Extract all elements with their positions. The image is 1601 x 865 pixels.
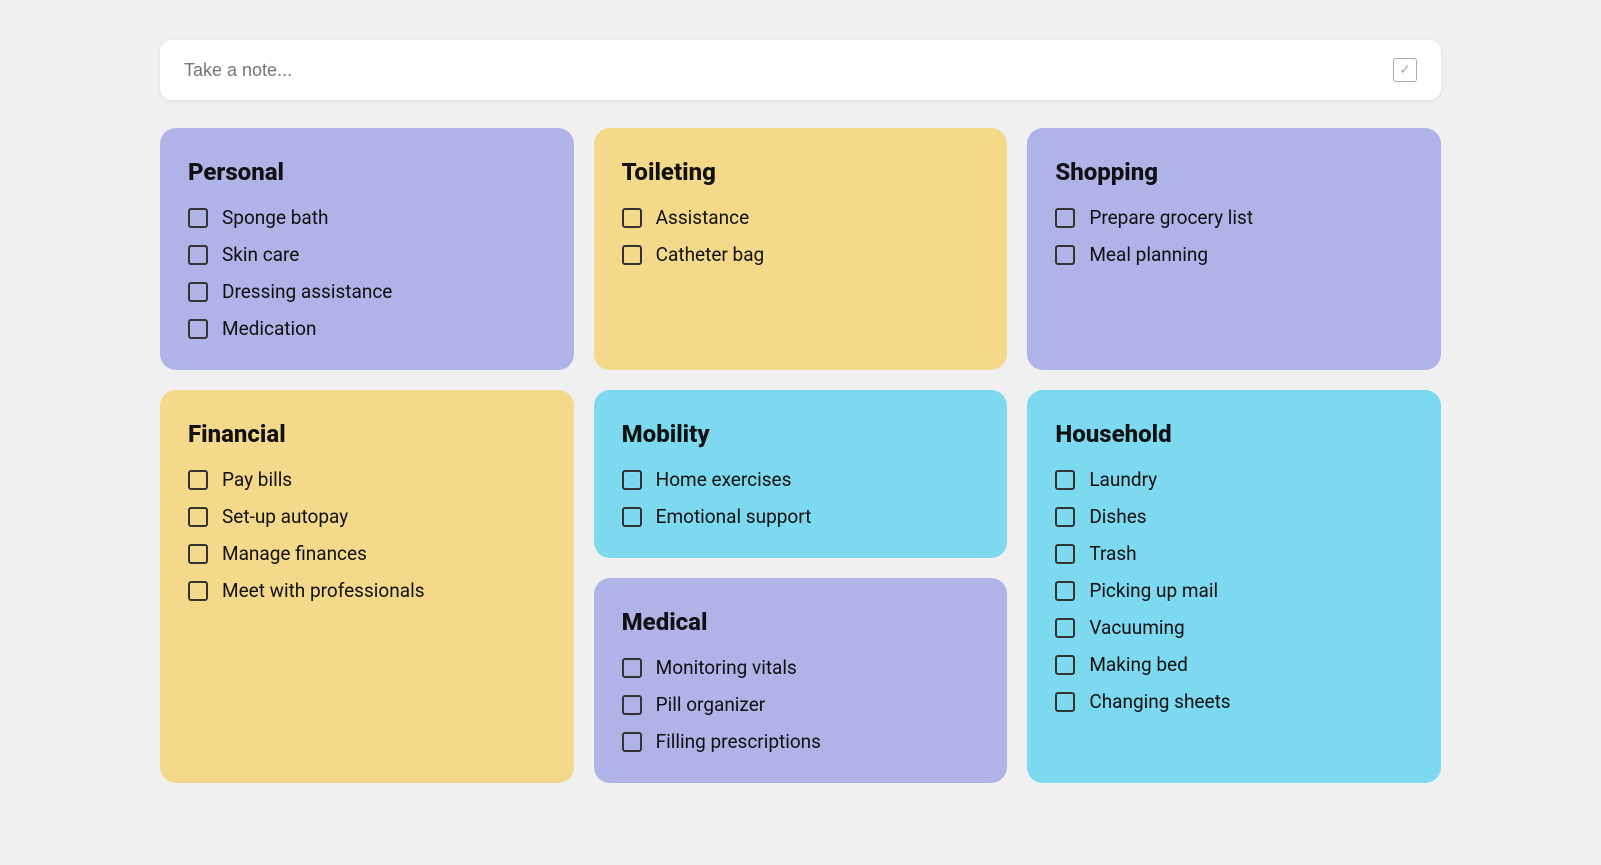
checklist-item-label: Medication bbox=[222, 317, 316, 340]
checklist-item-label: Emotional support bbox=[656, 505, 812, 528]
checkbox[interactable] bbox=[188, 208, 208, 228]
list-item[interactable]: Changing sheets bbox=[1055, 690, 1413, 713]
checklist-item-label: Meet with professionals bbox=[222, 579, 425, 602]
checklist-item-label: Skin care bbox=[222, 243, 299, 266]
list-item[interactable]: Vacuuming bbox=[1055, 616, 1413, 639]
checklist-personal: Sponge bath Skin care Dressing assistance M… bbox=[188, 206, 546, 340]
checklist-item-label: Pill organizer bbox=[656, 693, 766, 716]
list-item[interactable]: Medication bbox=[188, 317, 546, 340]
card-shopping: Shopping Prepare grocery list Meal plannin… bbox=[1027, 128, 1441, 370]
checklist-item-label: Dishes bbox=[1089, 505, 1146, 528]
checklist-item-label: Filling prescriptions bbox=[656, 730, 821, 753]
card-toileting: Toileting Assistance Catheter bag bbox=[594, 128, 1008, 370]
checkbox[interactable] bbox=[622, 507, 642, 527]
list-item[interactable]: Pay bills bbox=[188, 468, 546, 491]
checklist-item-label: Manage finances bbox=[222, 542, 367, 565]
checkbox[interactable] bbox=[1055, 544, 1075, 564]
checkbox[interactable] bbox=[1055, 208, 1075, 228]
list-item[interactable]: Sponge bath bbox=[188, 206, 546, 229]
list-item[interactable]: Skin care bbox=[188, 243, 546, 266]
checklist-mobility: Home exercises Emotional support bbox=[622, 468, 980, 528]
checklist-item-label: Prepare grocery list bbox=[1089, 206, 1253, 229]
cards-grid: Personal Sponge bath Skin care Dressing ass… bbox=[160, 128, 1441, 783]
checklist-item-label: Laundry bbox=[1089, 468, 1157, 491]
card-title-shopping: Shopping bbox=[1055, 158, 1413, 186]
checkbox[interactable] bbox=[1055, 581, 1075, 601]
checklist-item-label: Picking up mail bbox=[1089, 579, 1218, 602]
checklist-financial: Pay bills Set-up autopay Manage finances Me… bbox=[188, 468, 546, 602]
checkbox[interactable] bbox=[188, 507, 208, 527]
checklist-item-label: Sponge bath bbox=[222, 206, 328, 229]
list-item[interactable]: Monitoring vitals bbox=[622, 656, 980, 679]
card-title-household: Household bbox=[1055, 420, 1413, 448]
checkbox[interactable] bbox=[1055, 507, 1075, 527]
list-item[interactable]: Dishes bbox=[1055, 505, 1413, 528]
checkbox[interactable] bbox=[622, 208, 642, 228]
card-title-mobility: Mobility bbox=[622, 420, 980, 448]
list-item[interactable]: Meet with professionals bbox=[188, 579, 546, 602]
list-item[interactable]: Making bed bbox=[1055, 653, 1413, 676]
checkbox[interactable] bbox=[188, 470, 208, 490]
checkbox[interactable] bbox=[188, 581, 208, 601]
checkbox[interactable] bbox=[622, 245, 642, 265]
list-item[interactable]: Laundry bbox=[1055, 468, 1413, 491]
checklist-household: Laundry Dishes Trash Picking up mail Vacuumi… bbox=[1055, 468, 1413, 713]
card-title-financial: Financial bbox=[188, 420, 546, 448]
checklist-item-label: Catheter bag bbox=[656, 243, 765, 266]
list-item[interactable]: Picking up mail bbox=[1055, 579, 1413, 602]
checkbox[interactable] bbox=[1055, 470, 1075, 490]
checklist-item-label: Home exercises bbox=[656, 468, 792, 491]
checkbox[interactable] bbox=[1055, 245, 1075, 265]
checkbox[interactable] bbox=[1055, 692, 1075, 712]
card-title-medical: Medical bbox=[622, 608, 980, 636]
list-item[interactable]: Prepare grocery list bbox=[1055, 206, 1413, 229]
checkbox[interactable] bbox=[188, 544, 208, 564]
checklist-item-label: Assistance bbox=[656, 206, 750, 229]
list-item[interactable]: Home exercises bbox=[622, 468, 980, 491]
card-medical: Medical Monitoring vitals Pill organizer Fi… bbox=[594, 578, 1008, 783]
checkbox[interactable] bbox=[1055, 655, 1075, 675]
list-item[interactable]: Manage finances bbox=[188, 542, 546, 565]
checkbox[interactable] bbox=[622, 695, 642, 715]
list-item[interactable]: Emotional support bbox=[622, 505, 980, 528]
list-item[interactable]: Dressing assistance bbox=[188, 280, 546, 303]
checklist-item-label: Set-up autopay bbox=[222, 505, 348, 528]
checklist-item-label: Vacuuming bbox=[1089, 616, 1184, 639]
checkbox[interactable] bbox=[622, 732, 642, 752]
card-financial: Financial Pay bills Set-up autopay Manage f… bbox=[160, 390, 574, 783]
checklist-item-label: Changing sheets bbox=[1089, 690, 1230, 713]
list-item[interactable]: Assistance bbox=[622, 206, 980, 229]
checklist-item-label: Monitoring vitals bbox=[656, 656, 797, 679]
card-title-toileting: Toileting bbox=[622, 158, 980, 186]
search-input[interactable] bbox=[184, 60, 1393, 81]
checklist-item-label: Meal planning bbox=[1089, 243, 1208, 266]
checklist-item-label: Making bed bbox=[1089, 653, 1188, 676]
checkbox[interactable] bbox=[188, 245, 208, 265]
checklist-shopping: Prepare grocery list Meal planning bbox=[1055, 206, 1413, 266]
checkbox[interactable] bbox=[1055, 618, 1075, 638]
list-item[interactable]: Pill organizer bbox=[622, 693, 980, 716]
card-mobility: Mobility Home exercises Emotional support bbox=[594, 390, 1008, 558]
list-item[interactable]: Set-up autopay bbox=[188, 505, 546, 528]
list-item[interactable]: Trash bbox=[1055, 542, 1413, 565]
checklist-toileting: Assistance Catheter bag bbox=[622, 206, 980, 266]
checklist-item-label: Pay bills bbox=[222, 468, 292, 491]
checklist-item-label: Dressing assistance bbox=[222, 280, 392, 303]
checkbox[interactable] bbox=[188, 319, 208, 339]
list-item[interactable]: Meal planning bbox=[1055, 243, 1413, 266]
checkbox[interactable] bbox=[188, 282, 208, 302]
card-title-personal: Personal bbox=[188, 158, 546, 186]
search-bar[interactable] bbox=[160, 40, 1441, 100]
checkbox[interactable] bbox=[622, 470, 642, 490]
list-item[interactable]: Filling prescriptions bbox=[622, 730, 980, 753]
card-household: Household Laundry Dishes Trash Picking up ma… bbox=[1027, 390, 1441, 783]
checkbox[interactable] bbox=[622, 658, 642, 678]
card-personal: Personal Sponge bath Skin care Dressing ass… bbox=[160, 128, 574, 370]
checklist-icon bbox=[1393, 58, 1417, 82]
checklist-item-label: Trash bbox=[1089, 542, 1136, 565]
list-item[interactable]: Catheter bag bbox=[622, 243, 980, 266]
checklist-medical: Monitoring vitals Pill organizer Filling p… bbox=[622, 656, 980, 753]
